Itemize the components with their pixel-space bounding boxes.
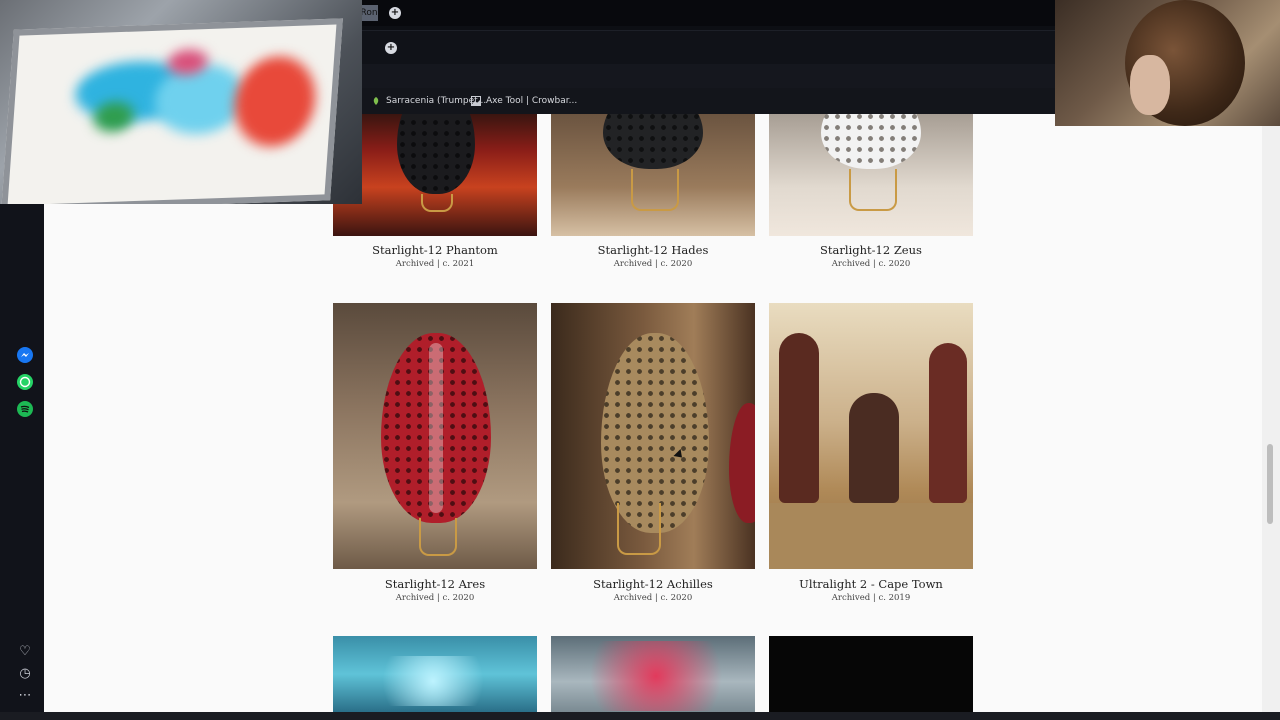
messenger-icon[interactable] [17,347,33,363]
spotify-icon[interactable] [17,401,33,417]
clock-icon[interactable]: ◷ [17,666,33,681]
product-meta: Archived | c. 2020 [613,259,693,269]
product-image[interactable] [769,114,973,236]
bookmark-axe-tool[interactable]: Axe Tool | Crowbar... [471,94,577,108]
product-title[interactable]: Starlight-12 Zeus [769,243,973,257]
product-meta: Archived | c. 2020 [613,593,693,603]
product-image[interactable] [333,636,537,712]
page-scrollbar[interactable] [1262,114,1280,712]
scrollbar-thumb[interactable] [1267,444,1273,524]
product-meta: Archived | c. 2020 [831,259,911,269]
product-meta: Archived | c. 2021 [395,259,475,269]
webcam-overlay-streamer [1055,0,1280,126]
heart-icon[interactable]: ♡ [17,644,33,659]
product-title[interactable]: Ultralight 2 - Cape Town [769,577,973,591]
product-title[interactable]: Starlight-12 Ares [333,577,537,591]
streamer-face [1130,55,1170,115]
more-icon[interactable]: ⋯ [17,688,33,703]
product-image[interactable] [551,114,755,236]
webcam-overlay-painting [0,0,362,204]
product-image[interactable] [551,636,755,712]
image-icon [471,96,481,106]
painting-canvas [1,18,343,204]
product-title[interactable]: Starlight-12 Hades [551,243,755,257]
product-title[interactable]: Starlight-12 Phantom [333,243,537,257]
bookmark-label: Axe Tool | Crowbar... [486,96,578,106]
product-image[interactable] [769,636,973,712]
product-image[interactable] [333,303,537,569]
product-image[interactable] [333,114,537,236]
product-meta: Archived | c. 2020 [395,593,475,603]
status-strip [0,712,1280,720]
product-meta: Archived | c. 2019 [831,593,911,603]
whatsapp-icon[interactable] [17,374,33,390]
new-tab-plus-icon[interactable]: + [389,7,401,19]
product-image[interactable] [769,303,973,569]
bookmark-sarracenia[interactable]: Sarracenia (Trumpet... [371,94,486,108]
product-title[interactable]: Starlight-12 Achilles [551,577,755,591]
browser-sidebar: ♡ ◷ ⋯ [0,204,44,720]
new-tab-plus-icon-secondary[interactable]: + [385,42,397,54]
product-image[interactable] [551,303,755,569]
browser-tab[interactable]: Ron [360,5,378,21]
plant-icon [371,96,381,106]
